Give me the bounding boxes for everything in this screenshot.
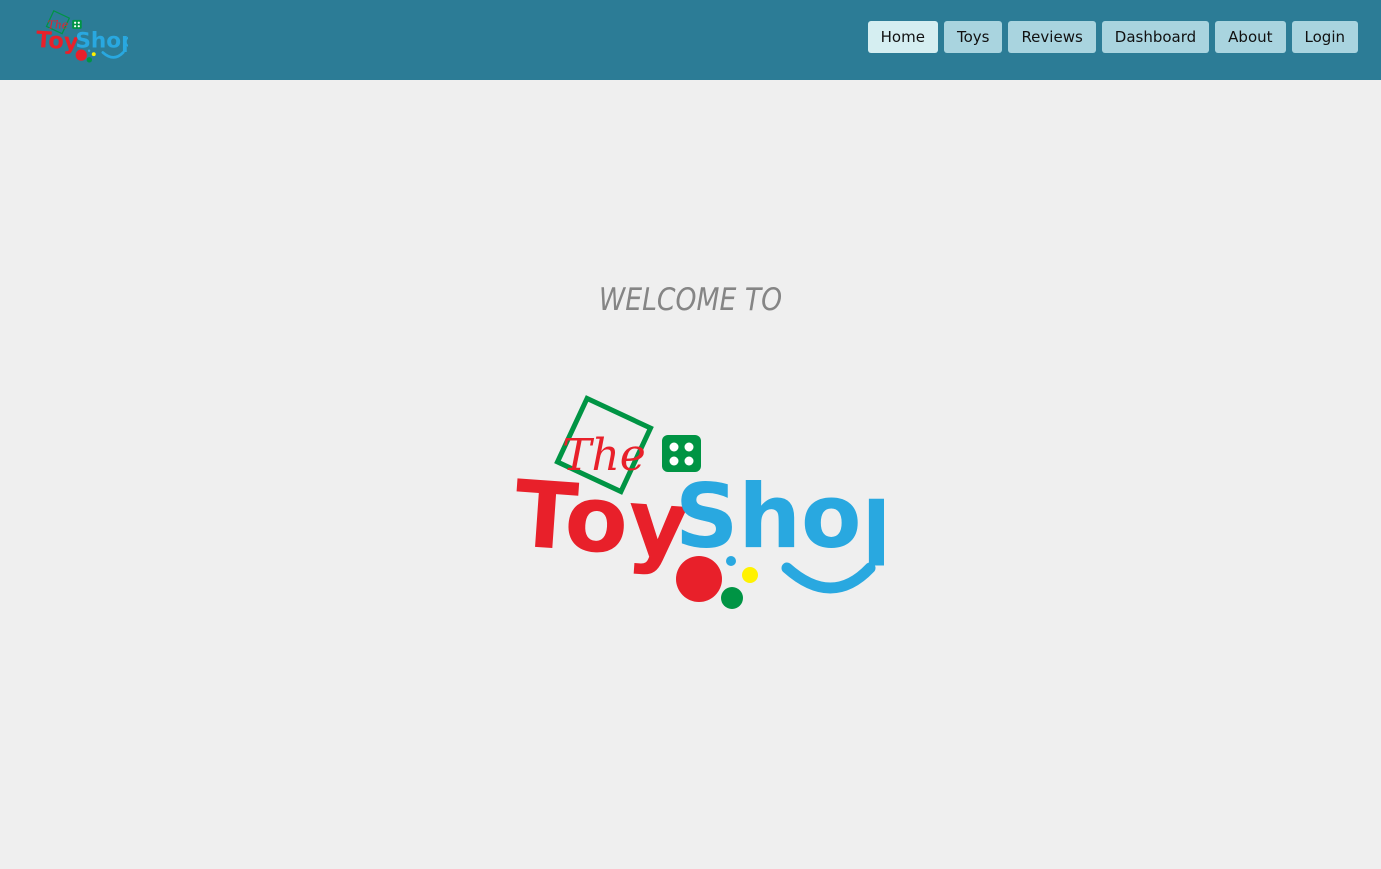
nav-toys-button[interactable]: Toys: [943, 21, 1003, 53]
nav-login-button[interactable]: Login: [1291, 21, 1358, 53]
welcome-heading: WELCOME TO: [598, 282, 783, 318]
svg-text:Toy: Toy: [512, 460, 692, 579]
nav-dashboard-button[interactable]: Dashboard: [1101, 21, 1210, 53]
toy-shop-logo-icon[interactable]: The Toy Shop: [34, 10, 128, 64]
the-toy-shop-logo-icon: The Toy Shop: [512, 395, 884, 615]
nav-reviews-button[interactable]: Reviews: [1008, 21, 1096, 53]
top-navbar: The Toy Shop Home Toys Reviews Dashboard…: [0, 0, 1381, 80]
nav-home-button[interactable]: Home: [867, 21, 938, 53]
nav-button-group: Home Toys Reviews Dashboard About Login: [867, 21, 1358, 53]
nav-about-button[interactable]: About: [1215, 21, 1286, 53]
svg-text:Shop: Shop: [75, 28, 128, 53]
svg-text:Toy: Toy: [35, 27, 80, 56]
svg-text:Shop: Shop: [675, 465, 884, 568]
